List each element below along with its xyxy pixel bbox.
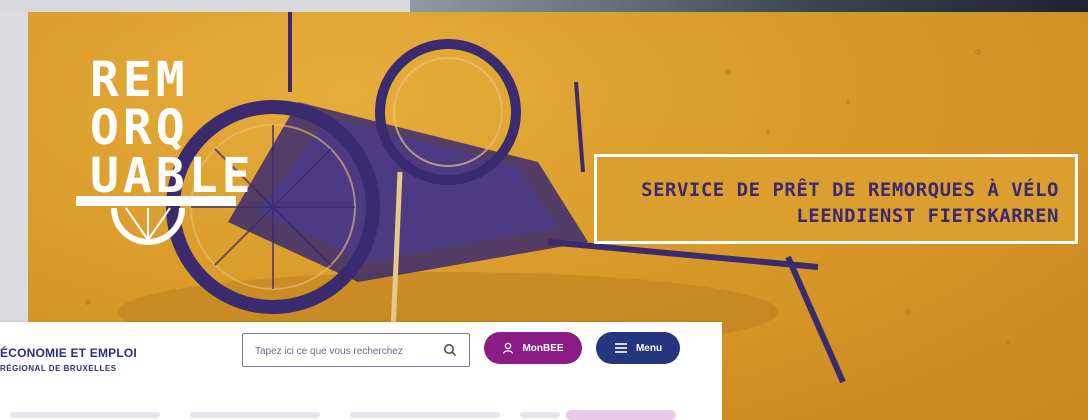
brand-title[interactable]: ÉCONOMIE ET EMPLOI [0, 346, 137, 360]
left-background-margin [0, 12, 28, 322]
tagline-french: SERVICE DE PRÊT DE REMORQUES À VÉLO [641, 179, 1059, 201]
site-header: ÉCONOMIE ET EMPLOI RÉGIONAL DE BRUXELLES… [0, 322, 722, 420]
top-right-background-strip [410, 0, 1088, 12]
monbee-button[interactable]: MonBEE [484, 332, 582, 364]
monbee-label: MonBEE [522, 342, 564, 354]
user-icon [503, 342, 514, 354]
tagline-dutch: LEENDIENST FIETSKARREN [796, 205, 1059, 227]
logo-line: UABLE [90, 148, 255, 204]
logo-wheel-icon [76, 196, 236, 245]
logo-line: REM [90, 52, 189, 108]
search-icon[interactable] [443, 343, 457, 357]
logo-line: ORQ [90, 100, 189, 156]
tagline-box: SERVICE DE PRÊT DE REMORQUES À VÉLO LEEN… [594, 154, 1078, 244]
remorquable-logo: REM ORQ UABLE [76, 56, 256, 256]
faded-nav-row [0, 408, 722, 420]
menu-label: Menu [635, 342, 663, 354]
search-box[interactable] [242, 333, 470, 367]
menu-button[interactable]: Menu [596, 332, 680, 364]
hamburger-icon [614, 343, 627, 353]
brand-subtitle[interactable]: RÉGIONAL DE BRUXELLES [0, 364, 117, 373]
search-input[interactable] [253, 340, 437, 362]
